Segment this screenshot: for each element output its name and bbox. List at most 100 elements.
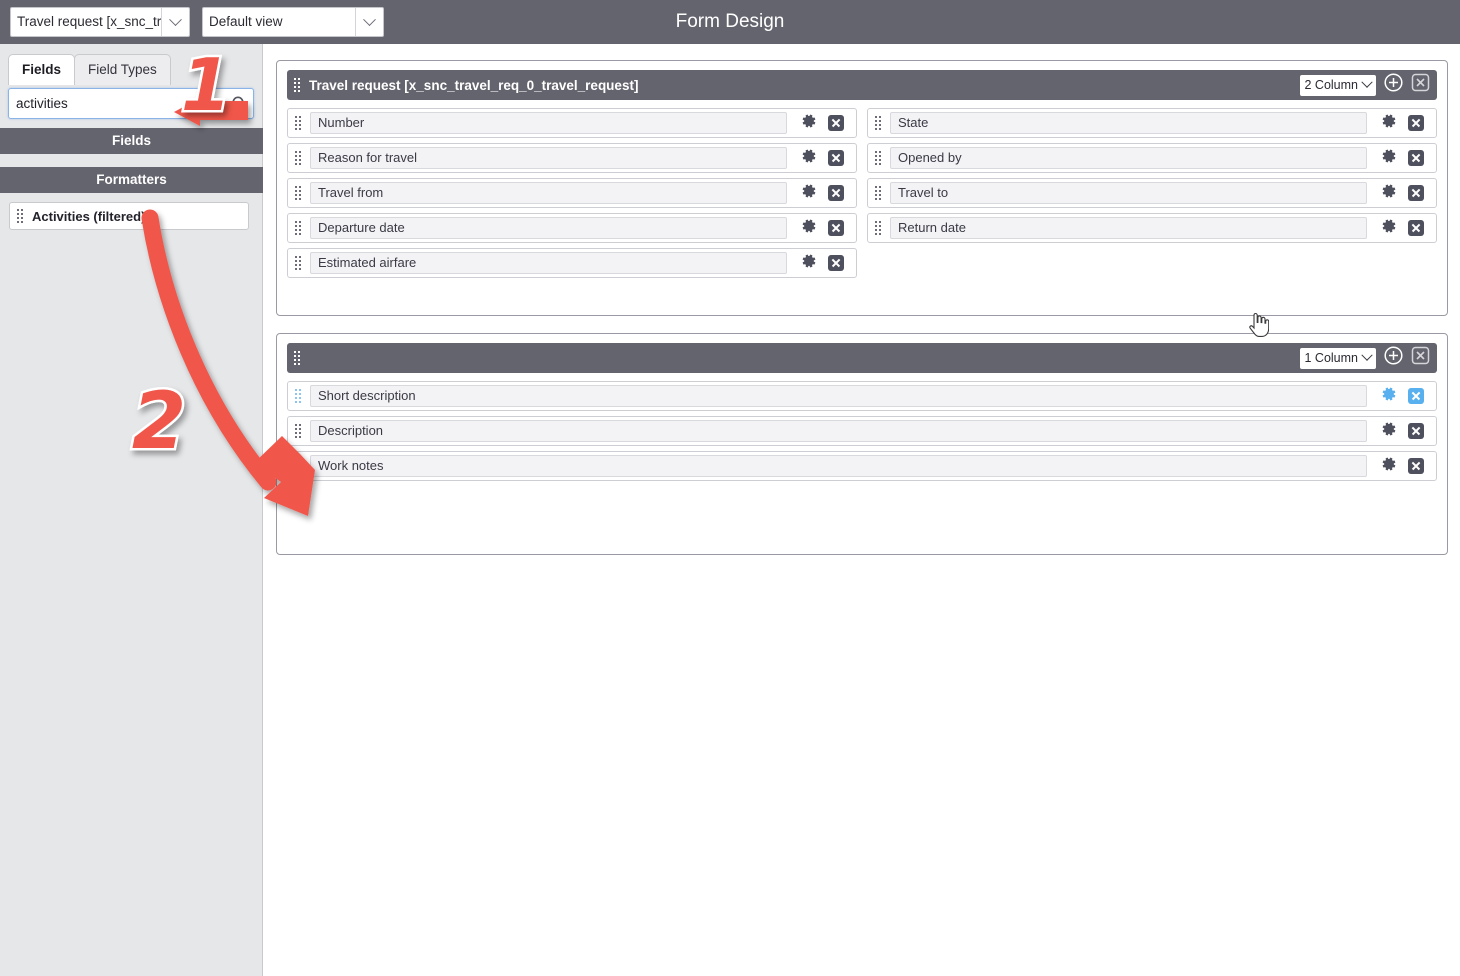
field-row-work-notes[interactable]: Work notes xyxy=(287,451,1437,481)
drag-handle-icon[interactable] xyxy=(295,220,304,236)
drag-handle-icon[interactable] xyxy=(295,115,304,131)
field-remove-button[interactable] xyxy=(828,185,844,201)
field-settings-gear-icon[interactable] xyxy=(1381,218,1397,239)
drag-handle-icon[interactable] xyxy=(875,150,884,166)
drag-handle-icon[interactable] xyxy=(295,255,304,271)
list-item-activities-filtered[interactable]: Activities (filtered) xyxy=(9,202,249,230)
search-input[interactable]: activities xyxy=(9,96,209,111)
field-settings-gear-icon[interactable] xyxy=(801,218,817,239)
field-row-description[interactable]: Description xyxy=(287,416,1437,446)
chevron-down-icon[interactable] xyxy=(355,8,383,36)
field-row-number[interactable]: Number xyxy=(287,108,857,138)
search-box[interactable]: activities ✕ xyxy=(8,88,254,119)
field-remove-button[interactable] xyxy=(1408,220,1424,236)
section-2-column-select[interactable]: 1 Column xyxy=(1299,347,1376,369)
field-remove-button[interactable] xyxy=(828,220,844,236)
field-actions xyxy=(1367,386,1436,407)
field-settings-gear-icon[interactable] xyxy=(801,253,817,274)
form-design-app: Form Design Travel request [x_snc_trav D… xyxy=(0,0,1460,976)
table-row: Number State xyxy=(287,108,1437,138)
field-row-travel-from[interactable]: Travel from xyxy=(287,178,857,208)
field-settings-gear-icon[interactable] xyxy=(801,113,817,134)
field-label: Departure date xyxy=(310,217,787,239)
field-actions xyxy=(787,253,856,274)
drag-handle-icon[interactable] xyxy=(295,388,304,404)
field-row-state[interactable]: State xyxy=(867,108,1437,138)
field-remove-button[interactable] xyxy=(828,255,844,271)
field-settings-gear-icon[interactable] xyxy=(1381,113,1397,134)
field-label: Short description xyxy=(310,385,1367,407)
field-label: Description xyxy=(310,420,1367,442)
field-label: Number xyxy=(310,112,787,134)
field-label: Travel to xyxy=(890,182,1367,204)
field-settings-gear-icon[interactable] xyxy=(801,183,817,204)
table-row: Estimated airfare xyxy=(287,248,1437,278)
section-1-controls: 2 Column xyxy=(1299,70,1431,100)
field-settings-gear-icon[interactable] xyxy=(1381,421,1397,442)
drag-handle-icon[interactable] xyxy=(295,458,304,474)
section-1-title: Travel request [x_snc_travel_req_0_trave… xyxy=(309,77,639,93)
field-remove-button[interactable] xyxy=(828,150,844,166)
field-row-travel-to[interactable]: Travel to xyxy=(867,178,1437,208)
empty-slot[interactable] xyxy=(867,248,1437,278)
field-row-departure-date[interactable]: Departure date xyxy=(287,213,857,243)
field-actions xyxy=(787,113,856,134)
table-row: Departure date Return date xyxy=(287,213,1437,243)
field-actions xyxy=(787,183,856,204)
add-section-button[interactable] xyxy=(1384,346,1403,370)
delete-section-button[interactable] xyxy=(1411,73,1430,97)
view-select[interactable]: Default view xyxy=(202,7,384,37)
section-2-column-value: 1 Column xyxy=(1304,351,1359,365)
field-remove-button[interactable] xyxy=(1408,388,1424,404)
form-section-2: 1 Column Short description Description W… xyxy=(276,333,1448,555)
drag-handle-icon[interactable] xyxy=(295,423,304,439)
field-row-estimated-airfare[interactable]: Estimated airfare xyxy=(287,248,857,278)
field-label: Estimated airfare xyxy=(310,252,787,274)
tab-fields[interactable]: Fields xyxy=(8,54,76,85)
section-1-column-select[interactable]: 2 Column xyxy=(1299,74,1376,96)
add-section-button[interactable] xyxy=(1384,73,1403,97)
table-select[interactable]: Travel request [x_snc_trav xyxy=(10,7,190,37)
view-select-value: Default view xyxy=(209,14,283,29)
drag-handle-icon[interactable] xyxy=(17,208,26,224)
section-2-controls: 1 Column xyxy=(1299,343,1431,373)
field-row-return-date[interactable]: Return date xyxy=(867,213,1437,243)
clear-search-icon[interactable]: ✕ xyxy=(209,95,226,112)
field-remove-button[interactable] xyxy=(1408,185,1424,201)
drag-handle-icon[interactable] xyxy=(875,220,884,236)
drag-handle-icon[interactable] xyxy=(295,150,304,166)
field-row-reason-for-travel[interactable]: Reason for travel xyxy=(287,143,857,173)
search-icon[interactable] xyxy=(231,95,248,112)
drag-handle-icon[interactable] xyxy=(295,185,304,201)
field-settings-gear-icon[interactable] xyxy=(801,148,817,169)
chevron-down-icon[interactable] xyxy=(161,8,189,36)
drag-handle-icon[interactable] xyxy=(294,350,303,366)
section-1-rows: Number State Reason for travel Opened by… xyxy=(287,108,1437,283)
field-settings-gear-icon[interactable] xyxy=(1381,148,1397,169)
tab-field-types[interactable]: Field Types xyxy=(74,54,171,85)
field-actions xyxy=(1367,113,1436,134)
field-remove-button[interactable] xyxy=(1408,458,1424,474)
field-remove-button[interactable] xyxy=(828,115,844,131)
delete-section-button[interactable] xyxy=(1411,346,1430,370)
drag-handle-icon[interactable] xyxy=(875,115,884,131)
field-actions xyxy=(787,218,856,239)
field-settings-gear-icon[interactable] xyxy=(1381,183,1397,204)
field-row-short-description[interactable]: Short description xyxy=(287,381,1437,411)
drag-handle-icon[interactable] xyxy=(294,77,303,93)
chevron-down-icon xyxy=(1361,349,1373,361)
drag-handle-icon[interactable] xyxy=(875,185,884,201)
field-settings-gear-icon[interactable] xyxy=(1381,456,1397,477)
section-2-header[interactable]: 1 Column xyxy=(287,343,1437,373)
form-section-1: Travel request [x_snc_travel_req_0_trave… xyxy=(276,60,1448,316)
field-remove-button[interactable] xyxy=(1408,150,1424,166)
field-label: Reason for travel xyxy=(310,147,787,169)
field-remove-button[interactable] xyxy=(1408,423,1424,439)
field-remove-button[interactable] xyxy=(1408,115,1424,131)
field-row-opened-by[interactable]: Opened by xyxy=(867,143,1437,173)
field-settings-gear-icon[interactable] xyxy=(1381,386,1397,407)
table-row: Travel from Travel to xyxy=(287,178,1437,208)
section-1-header[interactable]: Travel request [x_snc_travel_req_0_trave… xyxy=(287,70,1437,100)
field-actions xyxy=(1367,218,1436,239)
section-2-drop-zone[interactable] xyxy=(287,519,1437,547)
